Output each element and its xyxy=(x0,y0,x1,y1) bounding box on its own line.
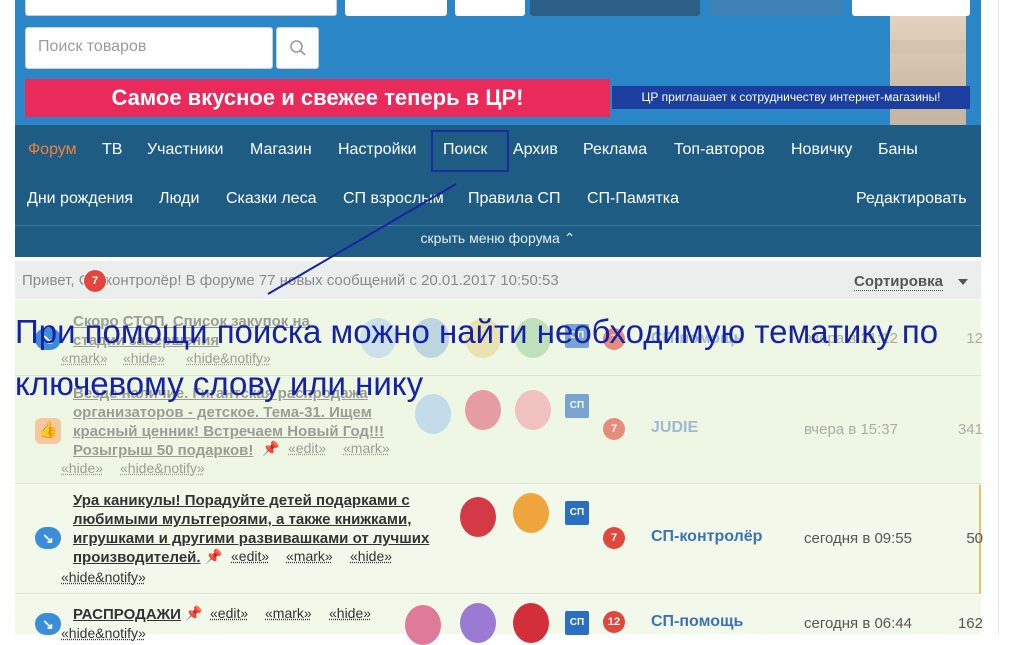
scrollbar-track[interactable] xyxy=(998,0,999,634)
annotation-text: При помощи поиска можно найти необходиму… xyxy=(15,313,939,402)
